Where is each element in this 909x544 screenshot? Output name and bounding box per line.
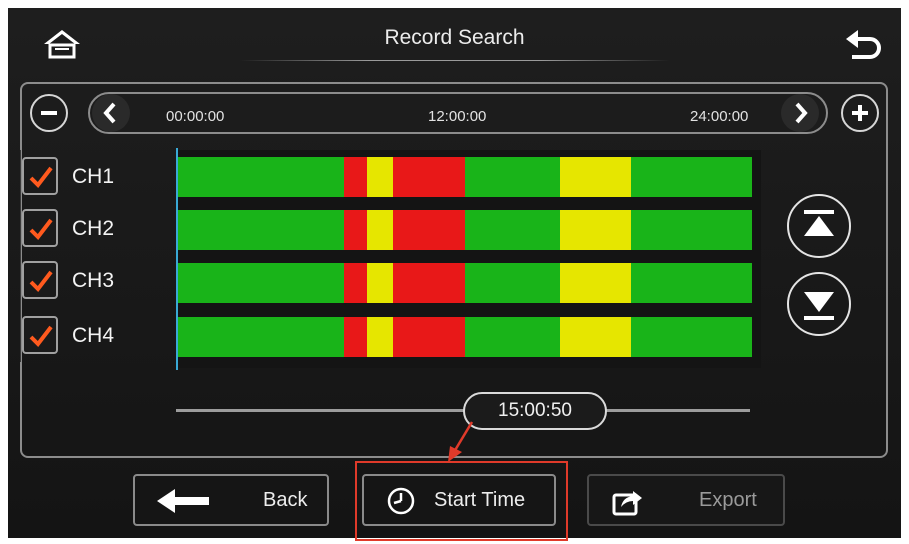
record-segment-normal[interactable] <box>178 210 345 250</box>
chevron-left-icon <box>103 102 116 124</box>
record-segment-alarm[interactable] <box>393 210 465 250</box>
record-track-ch3[interactable] <box>178 263 752 303</box>
checkmark-icon <box>29 270 53 293</box>
record-segment-event[interactable] <box>559 157 632 197</box>
left-arrow-icon <box>157 489 209 513</box>
share-export-icon <box>612 491 642 516</box>
record-segment-normal[interactable] <box>178 317 345 357</box>
return-arrow-icon <box>846 30 881 59</box>
record-segment-alarm[interactable] <box>393 263 465 303</box>
chevron-right-icon <box>795 102 808 124</box>
page-title: Record Search <box>384 26 525 49</box>
record-segment-normal[interactable] <box>631 210 752 250</box>
export-button[interactable]: Export <box>587 474 785 526</box>
prev-button[interactable] <box>92 94 130 132</box>
record-segment-normal[interactable] <box>178 157 345 197</box>
record-segment-event[interactable] <box>367 263 394 303</box>
record-segment-normal[interactable] <box>631 317 752 357</box>
checkmark-icon <box>29 166 53 189</box>
tick-label-end: 24:00:00 <box>690 108 749 125</box>
tick-label-mid: 12:00:00 <box>428 108 487 125</box>
record-track-ch4[interactable] <box>178 317 752 357</box>
record-segment-alarm[interactable] <box>344 210 368 250</box>
record-segment-normal[interactable] <box>631 157 752 197</box>
channel-checkbox[interactable] <box>22 261 58 299</box>
record-segment-event[interactable] <box>367 210 394 250</box>
back-button-label: Back <box>263 489 308 511</box>
tick-label-start: 00:00:00 <box>166 108 225 125</box>
record-track-ch1[interactable] <box>178 157 752 197</box>
scroll-to-bottom-icon <box>804 292 834 320</box>
return-button[interactable] <box>840 26 888 64</box>
record-segment-event[interactable] <box>559 263 632 303</box>
record-segment-normal[interactable] <box>465 263 560 303</box>
record-segment-event[interactable] <box>367 157 394 197</box>
next-button[interactable] <box>781 94 819 132</box>
record-track-ch2[interactable] <box>178 210 752 250</box>
channel-checkbox[interactable] <box>22 209 58 247</box>
time-cursor[interactable] <box>176 148 178 370</box>
channel-checkbox[interactable] <box>22 316 58 354</box>
record-segment-event[interactable] <box>559 210 632 250</box>
export-button-label: Export <box>699 489 757 511</box>
channel-label: CH4 <box>72 324 115 347</box>
record-segment-event[interactable] <box>559 317 632 357</box>
minus-icon <box>41 111 57 115</box>
zoom-out-button[interactable] <box>30 94 68 132</box>
record-segment-alarm[interactable] <box>344 157 368 197</box>
back-button[interactable]: Back <box>133 474 329 526</box>
annotation-highlight <box>355 461 568 541</box>
title-divider <box>240 60 670 61</box>
checkmark-icon <box>29 325 53 348</box>
record-segment-normal[interactable] <box>465 157 560 197</box>
plus-icon <box>852 105 868 121</box>
annotation-arrow-icon <box>448 421 474 462</box>
checkmark-icon <box>29 218 53 241</box>
record-segment-alarm[interactable] <box>393 157 465 197</box>
record-segment-alarm[interactable] <box>344 263 368 303</box>
record-segment-alarm[interactable] <box>344 317 368 357</box>
channel-label: CH2 <box>72 217 115 240</box>
time-slider-thumb[interactable]: 15:00:50 <box>463 392 607 430</box>
record-segment-event[interactable] <box>367 317 394 357</box>
record-segment-normal[interactable] <box>465 317 560 357</box>
scroll-top-button[interactable] <box>787 194 851 258</box>
record-segment-normal[interactable] <box>631 263 752 303</box>
channel-label: CH1 <box>72 165 115 188</box>
zoom-in-button[interactable] <box>841 94 879 132</box>
scroll-bottom-button[interactable] <box>787 272 851 336</box>
channel-checkbox[interactable] <box>22 157 58 195</box>
record-segment-alarm[interactable] <box>393 317 465 357</box>
record-segment-normal[interactable] <box>465 210 560 250</box>
channel-label: CH3 <box>72 269 115 292</box>
scroll-to-top-icon <box>804 210 834 236</box>
record-segment-normal[interactable] <box>178 263 345 303</box>
